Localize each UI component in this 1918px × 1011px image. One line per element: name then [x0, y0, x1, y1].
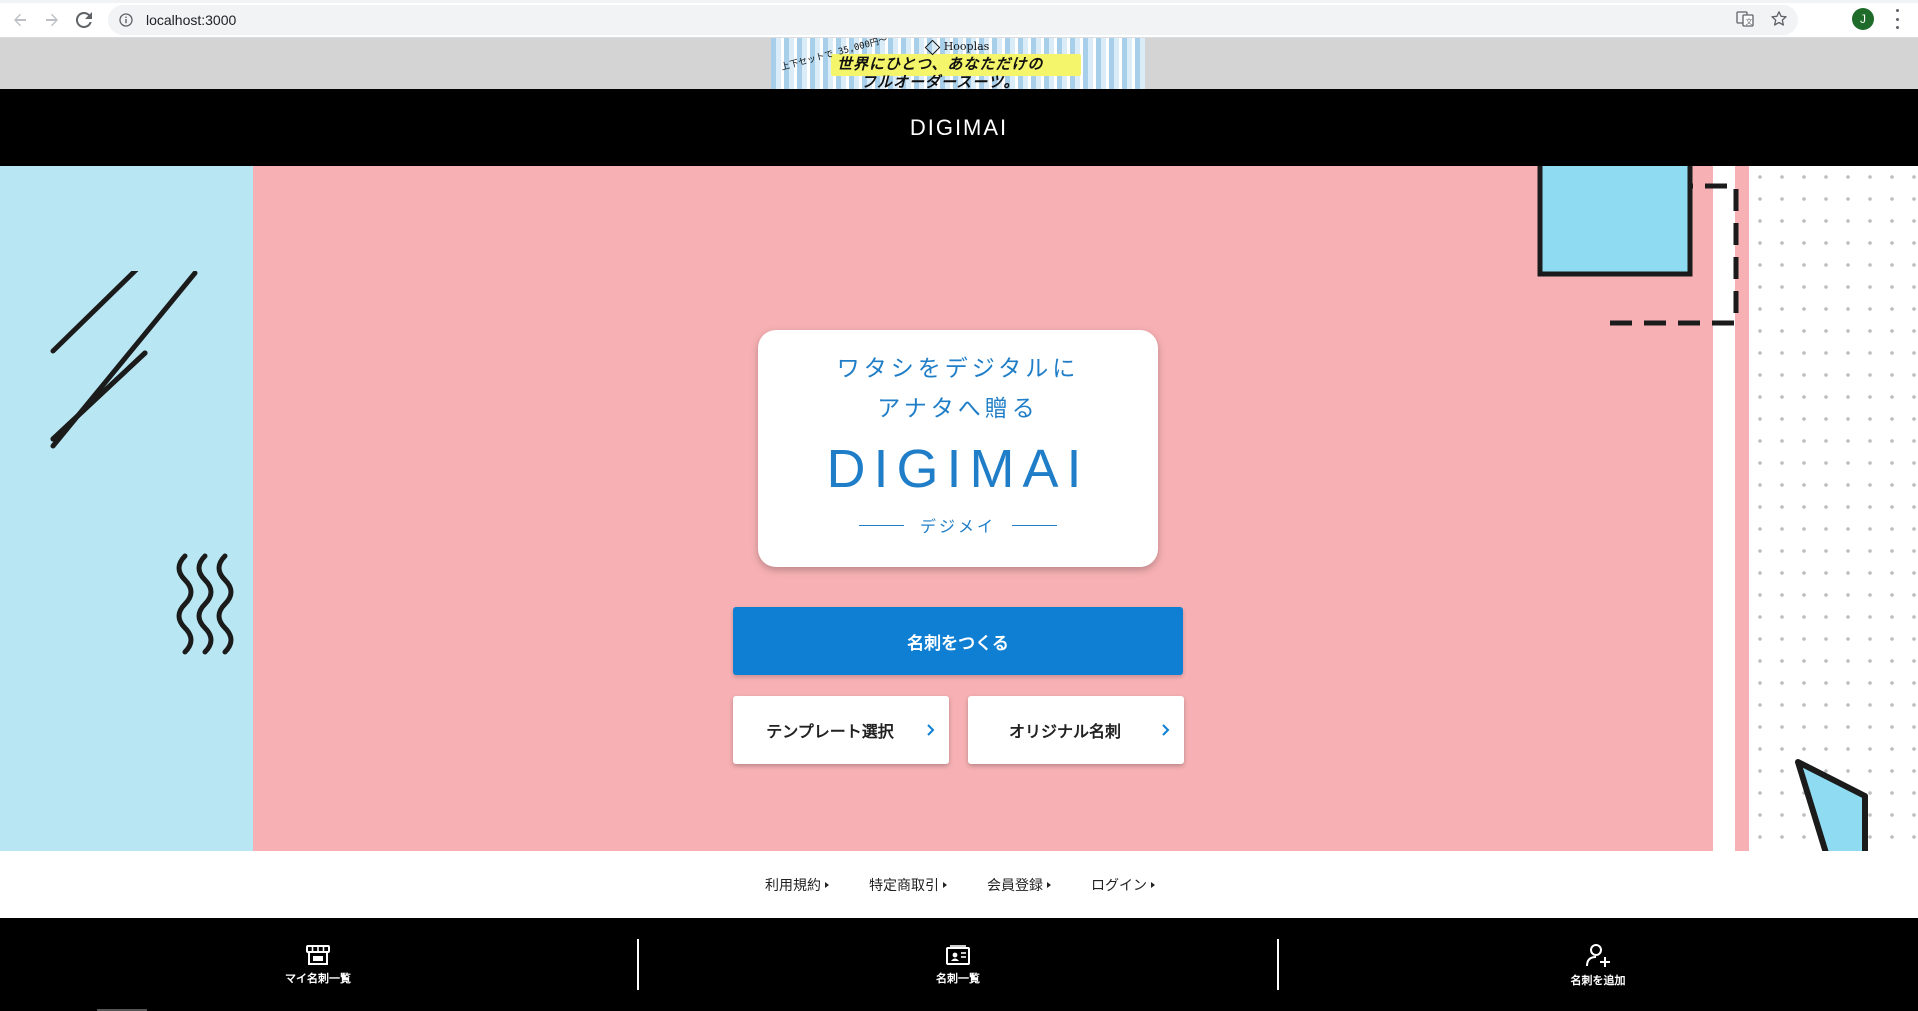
ad-bar: Hooplas 上下セットで 35,000円〜 世界にひとつ、あなただけの フル… — [0, 38, 1918, 89]
template-select-label: テンプレート選択 — [766, 724, 894, 741]
svg-text:文: 文 — [1746, 17, 1753, 26]
register-link[interactable]: 会員登録 — [987, 875, 1051, 895]
caret-right-icon — [825, 881, 829, 888]
card-list-icon — [946, 944, 970, 965]
create-card-button[interactable]: 名刺をつくる — [733, 607, 1183, 675]
hero-subtitle: デジメイ — [758, 513, 1158, 537]
address-bar[interactable]: localhost:3000 文 — [108, 5, 1798, 35]
nav-divider — [637, 939, 639, 990]
original-card-label: オリジナル名刺 — [1008, 724, 1121, 741]
caret-right-icon — [943, 881, 947, 888]
nav-my-cards[interactable]: マイ名刺一覧 — [158, 918, 478, 1011]
commerce-law-link[interactable]: 特定商取引 — [869, 875, 947, 895]
caret-right-icon — [1151, 881, 1155, 888]
hero-card: ワタシをデジタルに アナタへ贈る DIGIMAI デジメイ — [758, 330, 1158, 567]
reload-icon — [76, 12, 92, 28]
ad-brand-name: Hooplas — [943, 40, 990, 53]
chevron-right-icon — [927, 724, 935, 736]
tab-strip-edge — [0, 0, 1918, 3]
profile-avatar[interactable]: J — [1852, 8, 1874, 30]
bookmark-star-icon[interactable] — [1770, 10, 1788, 32]
terms-link-label: 利用規約 — [765, 877, 821, 894]
arrow-right-icon — [46, 13, 58, 27]
login-link-label: ログイン — [1091, 877, 1147, 894]
translate-icon[interactable]: 文 — [1736, 10, 1754, 32]
nav-add-card-label: 名刺を追加 — [1570, 973, 1626, 987]
subtitle-text: デジメイ — [919, 517, 996, 536]
site-header: DIGIMAI — [0, 89, 1918, 166]
hero-blue-panel — [0, 166, 253, 851]
back-button[interactable] — [8, 8, 32, 32]
add-user-icon — [1586, 943, 1610, 967]
forward-button[interactable] — [40, 8, 64, 32]
squares-decoration — [1537, 166, 1739, 326]
hero-dot-pattern — [1749, 166, 1918, 851]
ad-banner[interactable]: Hooplas 上下セットで 35,000円〜 世界にひとつ、あなただけの フル… — [771, 38, 1145, 89]
nav-divider — [1277, 939, 1279, 990]
site-title[interactable]: DIGIMAI — [910, 115, 1008, 141]
tagline-line-1: ワタシをデジタルに — [836, 356, 1080, 382]
browser-toolbar: localhost:3000 文 J — [0, 0, 1918, 38]
caret-right-icon — [1047, 881, 1051, 888]
triangle-decoration — [1795, 759, 1868, 851]
reload-button[interactable] — [72, 8, 96, 32]
terms-link[interactable]: 利用規約 — [765, 875, 829, 895]
nav-my-cards-label: マイ名刺一覧 — [285, 971, 351, 985]
commerce-law-link-label: 特定商取引 — [869, 877, 939, 894]
hero-section: ワタシをデジタルに アナタへ贈る DIGIMAI デジメイ 名刺をつくる テンプ… — [0, 166, 1918, 851]
register-link-label: 会員登録 — [987, 877, 1043, 894]
wavy-lines-decoration — [176, 553, 234, 655]
nav-card-list-label: 名刺一覧 — [936, 971, 980, 985]
url-text[interactable]: localhost:3000 — [146, 12, 236, 28]
tagline-line-2: アナタへ贈る — [877, 396, 1039, 422]
browser-menu-icon[interactable] — [1892, 9, 1902, 29]
footer-links: 利用規約 特定商取引 会員登録 ログイン — [0, 851, 1918, 918]
original-card-button[interactable]: オリジナル名刺 — [968, 696, 1184, 764]
subtitle-rule-left — [858, 524, 904, 526]
ad-headline-2: フルオーダースーツ。 — [861, 73, 1020, 89]
subtitle-rule-right — [1012, 524, 1057, 526]
template-select-button[interactable]: テンプレート選択 — [733, 696, 949, 764]
chevron-right-icon — [1162, 724, 1170, 736]
store-icon — [306, 944, 330, 965]
info-icon[interactable] — [118, 12, 134, 28]
nav-add-card[interactable]: 名刺を追加 — [1438, 918, 1758, 1011]
hero-logo: DIGIMAI — [826, 439, 1090, 499]
login-link[interactable]: ログイン — [1091, 875, 1155, 895]
nav-card-list[interactable]: 名刺一覧 — [798, 918, 1118, 1011]
diagonal-lines-decoration — [50, 271, 198, 449]
bottom-nav: マイ名刺一覧 名刺一覧 名刺を追加 — [0, 918, 1918, 1011]
arrow-left-icon — [14, 13, 26, 27]
